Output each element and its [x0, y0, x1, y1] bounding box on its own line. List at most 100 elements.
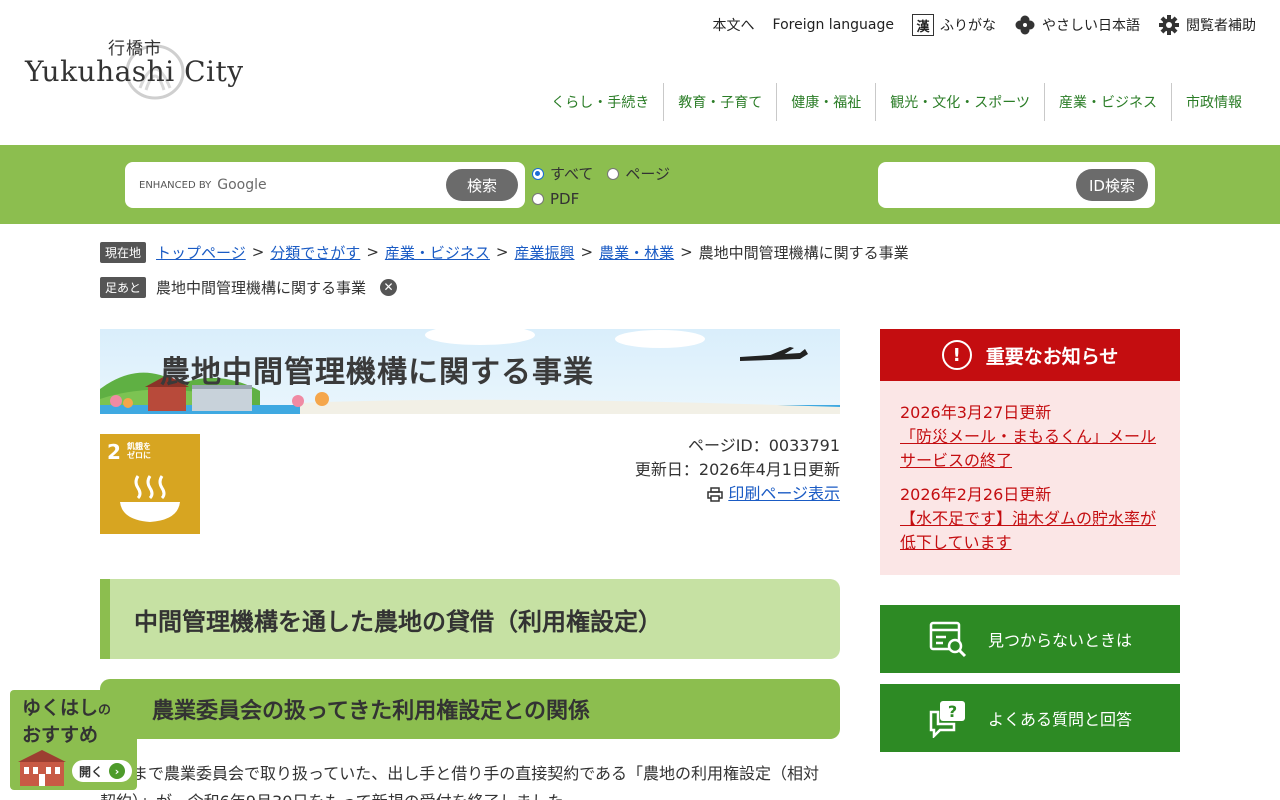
recommend-title-particle: の — [98, 703, 112, 718]
body-paragraph: これまで農業委員会で取り扱っていた、出し手と借り手の直接契約である「農地の利用権… — [100, 760, 840, 800]
search-bar: ENHANCED BY Google 検索 すべて ページ PDF ID検索 — [0, 145, 1280, 224]
breadcrumb-link[interactable]: 産業振興 — [514, 242, 574, 263]
recommend-title: ゆくはしの おすすめ — [22, 696, 111, 747]
gnav-tourism[interactable]: 観光・文化・スポーツ — [876, 83, 1045, 121]
radio-dot — [607, 167, 620, 180]
question-bubble-icon: ? — [929, 701, 965, 738]
recommend-widget[interactable]: ゆくはしの おすすめ 開く › — [10, 690, 137, 790]
section-heading-h2: 中間管理機構を通した農地の貸借（利用権設定） — [100, 579, 840, 659]
id-search-box[interactable]: ID検索 — [878, 162, 1155, 208]
breadcrumb-link[interactable]: 農業・林業 — [599, 242, 674, 263]
site-header: 行橋市 Yukuhashi City 本文へ Foreign language … — [0, 0, 1280, 145]
print-link[interactable]: 印刷ページ表示 — [707, 482, 840, 506]
radio-pdf[interactable]: PDF — [532, 190, 579, 208]
building-icon — [18, 750, 66, 786]
logo-english: Yukuhashi City — [25, 55, 244, 88]
radio-label: ページ — [625, 165, 671, 183]
body-line: 契約）」が、令和6年9月30日をもって新規の受付を終了しました。 — [100, 792, 580, 800]
notice-header: ! 重要なお知らせ — [880, 329, 1180, 381]
search-document-icon — [929, 621, 967, 658]
breadcrumb-link[interactable]: トップページ — [156, 242, 246, 263]
gear-icon — [1159, 15, 1179, 35]
exclamation-icon: ! — [941, 340, 972, 370]
notice-link[interactable]: 「防災メール・まもるくん」メールサービスの終了 — [900, 425, 1160, 473]
history-tag: 足あと — [100, 276, 147, 298]
radio-page[interactable]: ページ — [607, 163, 670, 184]
radio-row: すべて ページ — [532, 161, 682, 186]
recommend-title-line: おすすめ — [22, 724, 99, 746]
util-label: 本文へ — [712, 18, 755, 34]
breadcrumb-current: 農地中間管理機構に関する事業 — [698, 243, 909, 262]
notice-date: 2026年2月26日更新 — [900, 485, 1052, 504]
breadcrumb-row: 現在地 トップページ > 分類でさがす > 産業・ビジネス > 産業振興 > 農… — [100, 240, 909, 264]
notice-title: 重要なお知らせ — [985, 345, 1119, 368]
breadcrumb-separator: > — [251, 243, 265, 261]
breadcrumb: 現在地 トップページ > 分類でさがす > 産業・ビジネス > 産業振興 > 農… — [100, 240, 909, 299]
close-icon[interactable]: ✕ — [380, 278, 398, 296]
page-meta: ページID：0033791 更新日：2026年4月1日更新 印刷ページ表示 — [635, 434, 840, 509]
printer-icon — [707, 486, 724, 502]
notice-item: 2026年3月27日更新 「防災メール・まもるくん」メールサービスの終了 — [900, 401, 1160, 473]
page-id: ページID：0033791 — [688, 436, 840, 455]
gnav-education[interactable]: 教育・子育て — [664, 83, 778, 121]
search-scope: すべて ページ PDF — [532, 161, 682, 211]
notice-date: 2026年3月27日更新 — [900, 403, 1052, 422]
gnav-health[interactable]: 健康・福祉 — [777, 83, 877, 121]
breadcrumb-separator: > — [495, 243, 509, 261]
radio-dot-checked — [532, 167, 544, 180]
body-line: これまで農業委員会で取り扱っていた、出し手と借り手の直接契約である「農地の利用権… — [100, 764, 820, 783]
history-link[interactable]: 農地中間管理機構に関する事業 — [156, 277, 366, 298]
radio-row: PDF — [532, 186, 682, 211]
radio-all[interactable]: すべて — [532, 163, 593, 184]
gnav-living[interactable]: くらし・手続き — [537, 83, 665, 121]
breadcrumb-link[interactable]: 分類でさがす — [270, 242, 360, 263]
notice-link[interactable]: 【水不足です】油木ダムの貯水率が低下しています — [900, 507, 1160, 555]
radio-label: PDF — [550, 189, 580, 208]
history-row: 足あと 農地中間管理機構に関する事業 ✕ — [100, 275, 909, 299]
site-logo[interactable]: 行橋市 Yukuhashi City — [25, 30, 255, 105]
page-title: 農地中間管理機構に関する事業 — [160, 355, 594, 390]
notice-list: 2026年3月27日更新 「防災メール・まもるくん」メールサービスの終了 202… — [880, 381, 1180, 585]
not-found-label: 見つからないときは — [988, 631, 1133, 650]
open-label: 開く — [78, 764, 103, 779]
breadcrumb-separator: > — [680, 243, 693, 261]
recommend-open-button[interactable]: 開く › — [72, 760, 132, 782]
clover-icon — [1015, 15, 1035, 35]
not-found-button[interactable]: 見つからないときは — [880, 605, 1180, 673]
foreign-language-link[interactable]: Foreign language — [773, 17, 894, 33]
kanji-icon: 漢 — [912, 14, 934, 36]
util-label: Foreign language — [772, 17, 894, 33]
util-label: やさしい日本語 — [1042, 18, 1140, 34]
util-label: ふりがな — [940, 18, 996, 34]
search-input[interactable]: ENHANCED BY Google — [139, 162, 439, 208]
util-label: 閲覧者補助 — [1186, 18, 1256, 34]
faq-button[interactable]: ? よくある質問と回答 — [880, 684, 1180, 752]
print-label: 印刷ページ表示 — [728, 484, 840, 503]
utility-nav: 本文へ Foreign language 漢 ふりがな やさしい日本語 閲覧者補… — [713, 12, 1256, 38]
easy-japanese-link[interactable]: やさしい日本語 — [1014, 14, 1140, 36]
accessibility-link[interactable]: 閲覧者補助 — [1158, 14, 1256, 36]
gnav-city-info[interactable]: 市政情報 — [1172, 83, 1256, 121]
page-banner: 農地中間管理機構に関する事業 — [100, 329, 840, 414]
recommend-title-line: ゆくはし — [22, 697, 99, 719]
current-location-tag: 現在地 — [100, 241, 147, 263]
skip-to-content-link[interactable]: 本文へ — [713, 15, 755, 35]
breadcrumb-link[interactable]: 産業・ビジネス — [385, 242, 490, 263]
svg-text:?: ? — [948, 702, 957, 721]
section-heading-h3: 農業委員会の扱ってきた利用権設定との関係 — [100, 679, 840, 739]
bowl-icon — [120, 475, 180, 522]
site-search-box: ENHANCED BY Google 検索 — [125, 162, 525, 208]
radio-dot — [532, 192, 544, 205]
chevron-right-icon: › — [109, 763, 125, 779]
sdg-2-badge: 2 飢餓を ゼロに — [100, 434, 200, 534]
furigana-button[interactable]: 漢 ふりがな — [912, 14, 996, 36]
important-notice-panel: ! 重要なお知らせ 2026年3月27日更新 「防災メール・まもるくん」メールサ… — [880, 329, 1180, 575]
search-button[interactable]: 検索 — [446, 169, 518, 201]
gnav-business[interactable]: 産業・ビジネス — [1045, 83, 1172, 121]
breadcrumb-separator: > — [580, 243, 594, 261]
id-search-button[interactable]: ID検索 — [1076, 169, 1148, 201]
google-label: Google — [217, 177, 267, 193]
updated-date: 更新日：2026年4月1日更新 — [634, 460, 840, 479]
enhanced-by-label: ENHANCED BY — [139, 179, 212, 191]
faq-label: よくある質問と回答 — [988, 710, 1133, 729]
